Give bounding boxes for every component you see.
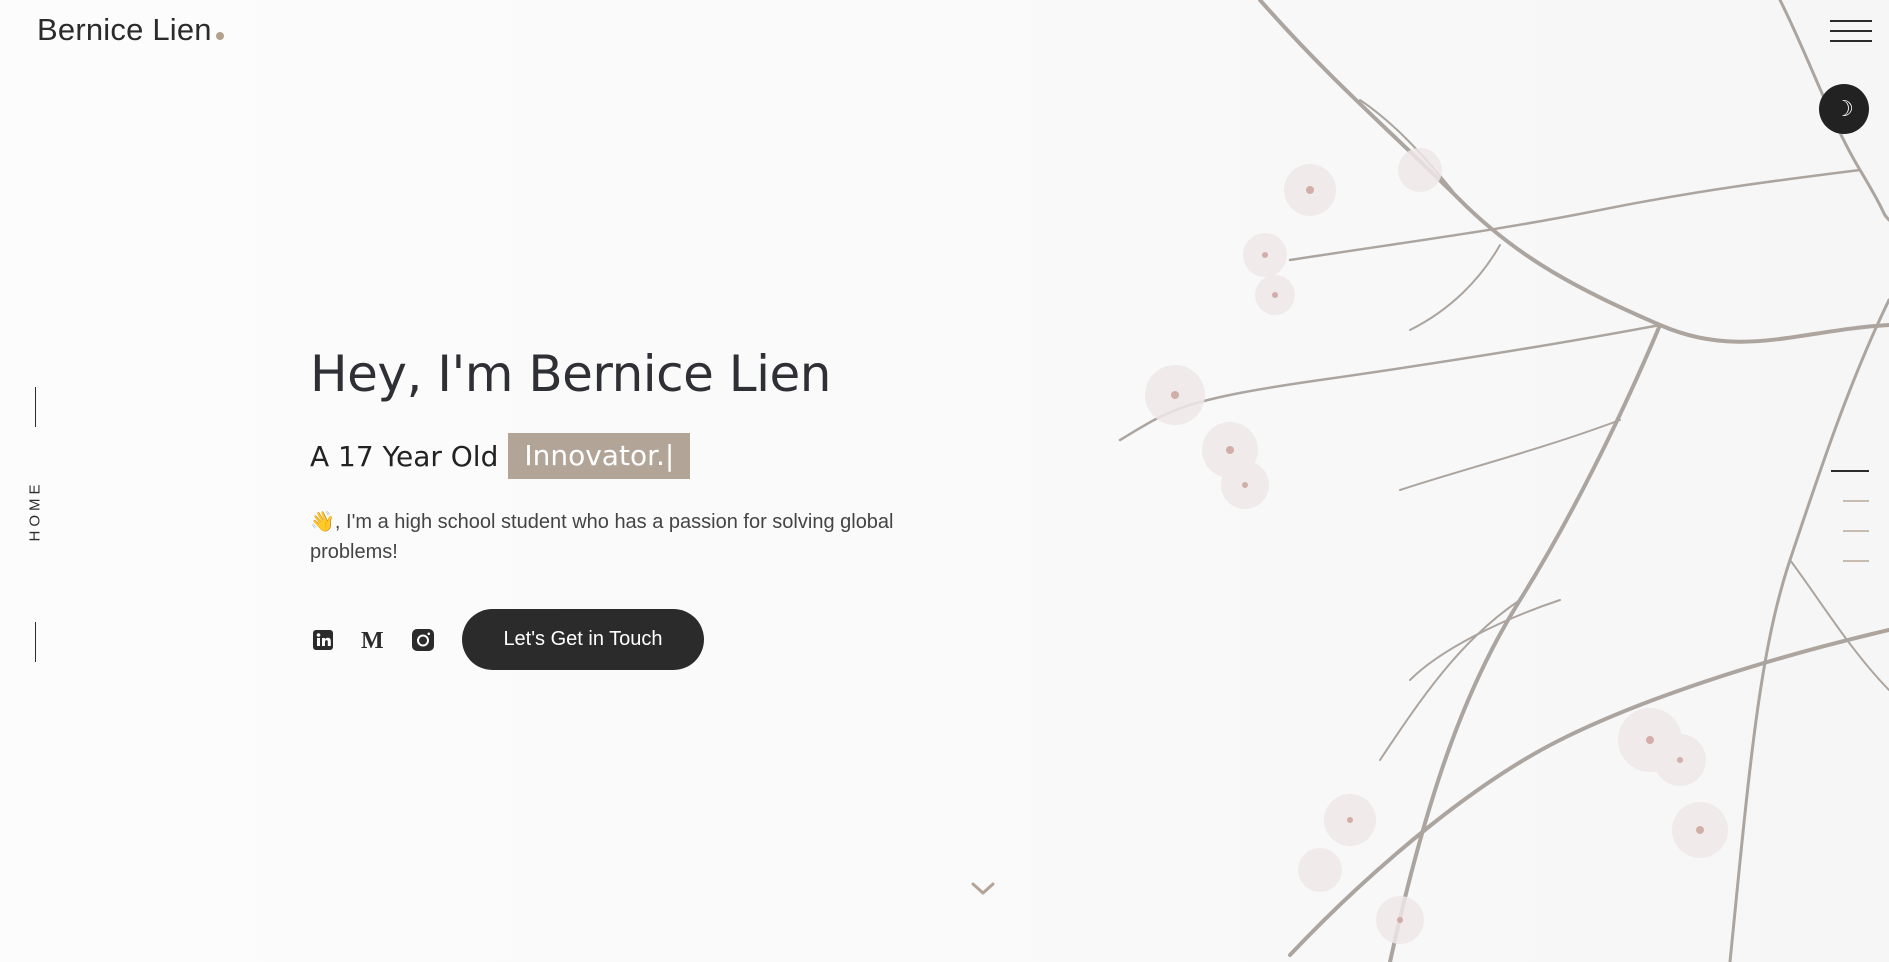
cherry-blossom-background — [1118, 0, 1889, 962]
moon-icon: ☽ — [1834, 96, 1854, 122]
side-divider-bottom — [35, 622, 36, 662]
hamburger-icon-line — [1830, 40, 1872, 42]
waving-hand-icon: 👋 — [310, 511, 335, 533]
hero-role-typed: Innovator.| — [508, 433, 691, 479]
theme-toggle-button[interactable]: ☽ — [1819, 84, 1869, 134]
hero-actions: M Let's Get in Touch — [310, 609, 930, 670]
section-nav-item-3[interactable] — [1843, 530, 1869, 532]
section-nav — [1831, 470, 1869, 590]
logo-text: Bernice Lien — [37, 12, 212, 47]
svg-text:M: M — [361, 629, 384, 651]
get-in-touch-button[interactable]: Let's Get in Touch — [462, 609, 704, 670]
hamburger-icon-line — [1830, 30, 1872, 32]
medium-icon[interactable]: M — [360, 627, 386, 653]
chevron-down-icon[interactable] — [968, 878, 998, 900]
instagram-icon[interactable] — [410, 627, 436, 653]
hero-description: 👋, I'm a high school student who has a p… — [310, 507, 900, 567]
hero-section: Hey, I'm Bernice Lien A 17 Year Old Inno… — [310, 345, 930, 670]
menu-button[interactable] — [1830, 18, 1872, 44]
hero-title: Hey, I'm Bernice Lien — [310, 345, 832, 403]
page: Bernice Lien ☽ HOME Hey, I'm Bernice Lie… — [0, 0, 1889, 962]
logo-accent-dot — [215, 32, 224, 40]
side-divider-top — [35, 387, 36, 427]
site-logo[interactable]: Bernice Lien — [37, 12, 224, 48]
hero-subtitle: A 17 Year Old Innovator.| — [310, 433, 930, 479]
hero-subtitle-prefix: A 17 Year Old — [310, 439, 499, 473]
hamburger-icon-line — [1830, 20, 1872, 22]
linkedin-icon[interactable] — [310, 627, 336, 653]
section-nav-item-2[interactable] — [1843, 500, 1869, 502]
section-nav-item-4[interactable] — [1843, 560, 1869, 562]
section-label: HOME — [26, 480, 44, 542]
section-nav-item-1[interactable] — [1831, 470, 1869, 472]
hero-description-text: , I'm a high school student who has a pa… — [310, 511, 894, 563]
